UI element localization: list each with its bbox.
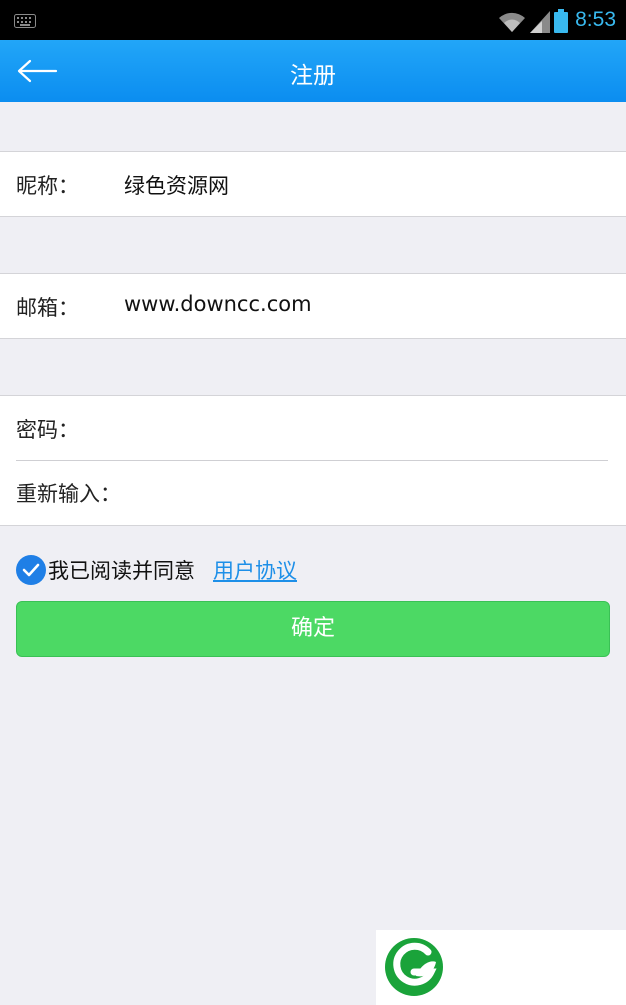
agreement-checkbox[interactable] (16, 555, 46, 585)
page-title: 注册 (290, 63, 336, 89)
email-input[interactable]: www.downcc.com (124, 292, 312, 316)
signal-icon (530, 11, 550, 37)
email-label: 邮箱： (16, 296, 79, 320)
checkmark-icon (22, 563, 40, 577)
nickname-row: 昵称： 绿色资源网 (0, 152, 626, 216)
password-input[interactable] (134, 410, 598, 448)
leaf-logo-icon (385, 938, 443, 996)
battery-icon (554, 9, 568, 37)
user-agreement-link[interactable]: 用户协议 (213, 555, 297, 585)
password-confirm-label: 重新输入： (16, 482, 121, 506)
agreement-row: 我已阅读并同意 用户协议 (16, 554, 297, 586)
password-confirm-input[interactable] (130, 474, 594, 512)
keyboard-icon (14, 13, 36, 32)
wifi-icon (498, 11, 526, 37)
password-label: 密码： (16, 418, 79, 442)
nickname-label: 昵称： (16, 174, 79, 198)
email-row: 邮箱： www.downcc.com (0, 274, 626, 338)
email-card: 邮箱： www.downcc.com (0, 273, 626, 339)
password-confirm-row: 重新输入： (0, 460, 626, 524)
clock: 8:53 (575, 8, 616, 31)
app-bar: 注册 (0, 40, 626, 102)
nickname-card: 昵称： 绿色资源网 (0, 151, 626, 217)
password-row: 密码： (0, 396, 626, 460)
status-bar: 8:53 (0, 0, 626, 40)
register-screen: 8:53 注册 昵称： 绿色资源网 邮箱： www.downcc.com 密码： (0, 0, 626, 1005)
agreement-text: 我已阅读并同意 (48, 559, 195, 583)
confirm-button[interactable]: 确定 (16, 601, 610, 657)
nickname-input[interactable]: 绿色资源网 (124, 170, 229, 200)
watermark (376, 930, 626, 1005)
password-card: 密码： 重新输入： (0, 395, 626, 526)
